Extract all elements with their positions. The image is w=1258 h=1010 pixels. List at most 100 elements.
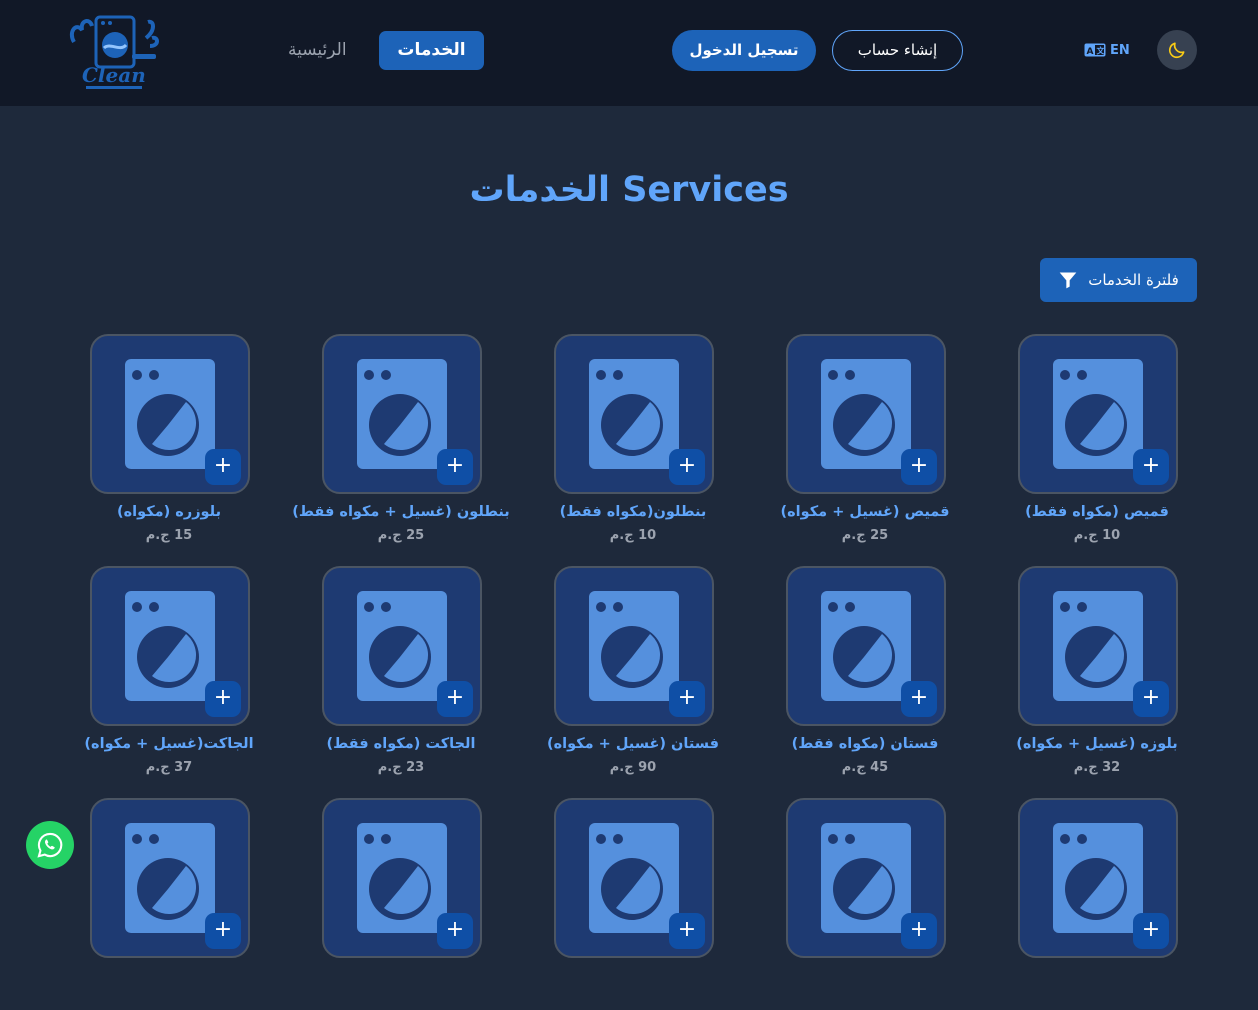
service-image[interactable]: + bbox=[786, 798, 946, 958]
plus-icon: + bbox=[445, 685, 465, 710]
nav-home-link[interactable]: الرئيسية bbox=[288, 34, 347, 66]
clean-logo[interactable]: Clean bbox=[66, 12, 162, 96]
add-to-cart-button[interactable]: + bbox=[669, 449, 705, 485]
service-card[interactable]: + الجاكت (مكواه فقط) 23 ج.م bbox=[285, 566, 517, 778]
add-to-cart-button[interactable]: + bbox=[205, 913, 241, 949]
service-card[interactable]: + فستان (مكواه فقط) 45 ج.م bbox=[749, 566, 981, 778]
add-to-cart-button[interactable]: + bbox=[669, 681, 705, 717]
language-label: EN bbox=[1110, 42, 1130, 58]
washing-machine-icon bbox=[125, 359, 215, 469]
service-name: بنطلون (غسيل + مكواه فقط) bbox=[292, 504, 510, 520]
washing-machine-icon bbox=[357, 823, 447, 933]
top-header: Clean الرئيسية الخدمات تسجيل الدخول إنشا… bbox=[0, 0, 1258, 106]
service-card[interactable]: + بلوزه (غسيل + مكواه) 32 ج.م bbox=[981, 566, 1213, 778]
service-price: 23 ج.م bbox=[377, 760, 425, 775]
washing-machine-icon bbox=[589, 591, 679, 701]
service-card[interactable]: + بلوزره (مكواه) 15 ج.م bbox=[53, 334, 285, 546]
service-card[interactable]: + قميص (غسيل + مكواه) 25 ج.م bbox=[749, 334, 981, 546]
theme-toggle-button[interactable] bbox=[1157, 30, 1197, 70]
service-card[interactable]: + bbox=[517, 798, 749, 1010]
service-image[interactable]: + bbox=[554, 334, 714, 494]
service-card[interactable]: + bbox=[53, 798, 285, 1010]
service-card[interactable]: + بنطلون (غسيل + مكواه فقط) 25 ج.م bbox=[285, 334, 517, 546]
service-card[interactable]: + قميص (مكواه فقط) 10 ج.م bbox=[981, 334, 1213, 546]
service-image[interactable]: + bbox=[1018, 566, 1178, 726]
register-button[interactable]: إنشاء حساب bbox=[832, 30, 963, 71]
add-to-cart-button[interactable]: + bbox=[205, 681, 241, 717]
washing-machine-icon bbox=[1053, 359, 1143, 469]
service-price: 32 ج.م bbox=[1073, 760, 1121, 775]
whatsapp-icon bbox=[37, 832, 63, 858]
service-name: بلوزره (مكواه) bbox=[116, 504, 222, 520]
add-to-cart-button[interactable]: + bbox=[1133, 681, 1169, 717]
filter-label: فلترة الخدمات bbox=[1088, 271, 1179, 289]
washing-machine-icon bbox=[357, 359, 447, 469]
plus-icon: + bbox=[213, 453, 233, 478]
plus-icon: + bbox=[1141, 453, 1161, 478]
nav-services-link[interactable]: الخدمات bbox=[379, 31, 484, 70]
service-card[interactable]: + bbox=[285, 798, 517, 1010]
service-price: 45 ج.م bbox=[841, 760, 889, 775]
svg-text:文: 文 bbox=[1097, 46, 1106, 56]
service-image[interactable]: + bbox=[322, 798, 482, 958]
plus-icon: + bbox=[445, 917, 465, 942]
washing-machine-icon bbox=[589, 359, 679, 469]
service-name: قميص (مكواه فقط) bbox=[1025, 504, 1169, 520]
service-price: 25 ج.م bbox=[841, 528, 889, 543]
service-name: قميص (غسيل + مكواه) bbox=[780, 504, 950, 520]
service-card[interactable]: + bbox=[981, 798, 1213, 1010]
add-to-cart-button[interactable]: + bbox=[437, 449, 473, 485]
service-card[interactable]: + bbox=[749, 798, 981, 1010]
service-image[interactable]: + bbox=[322, 334, 482, 494]
service-image[interactable]: + bbox=[90, 566, 250, 726]
service-image[interactable]: + bbox=[322, 566, 482, 726]
service-price: 15 ج.م bbox=[145, 528, 193, 543]
service-price: 25 ج.م bbox=[377, 528, 425, 543]
translate-icon: A 文 bbox=[1084, 43, 1106, 57]
service-name: فستان (مكواه فقط) bbox=[791, 736, 939, 752]
whatsapp-button[interactable] bbox=[26, 821, 74, 869]
add-to-cart-button[interactable]: + bbox=[901, 913, 937, 949]
add-to-cart-button[interactable]: + bbox=[205, 449, 241, 485]
add-to-cart-button[interactable]: + bbox=[437, 913, 473, 949]
service-card[interactable]: + بنطلون(مكواه فقط) 10 ج.م bbox=[517, 334, 749, 546]
filter-services-button[interactable]: فلترة الخدمات bbox=[1040, 258, 1197, 302]
language-switch[interactable]: A 文 EN bbox=[1084, 40, 1130, 60]
washing-machine-icon bbox=[125, 823, 215, 933]
washing-machine-icon bbox=[589, 823, 679, 933]
plus-icon: + bbox=[909, 685, 929, 710]
plus-icon: + bbox=[677, 685, 697, 710]
add-to-cart-button[interactable]: + bbox=[1133, 449, 1169, 485]
moon-icon bbox=[1168, 42, 1185, 59]
service-image[interactable]: + bbox=[554, 566, 714, 726]
add-to-cart-button[interactable]: + bbox=[901, 449, 937, 485]
service-image[interactable]: + bbox=[786, 566, 946, 726]
service-name: بلوزه (غسيل + مكواه) bbox=[1016, 736, 1178, 752]
plus-icon: + bbox=[213, 917, 233, 942]
service-image[interactable]: + bbox=[90, 798, 250, 958]
service-image[interactable]: + bbox=[786, 334, 946, 494]
service-image[interactable]: + bbox=[1018, 334, 1178, 494]
service-image[interactable]: + bbox=[554, 798, 714, 958]
services-grid: + قميص (مكواه فقط) 10 ج.م + قميص (غسيل + مكو… bbox=[45, 334, 1213, 1010]
add-to-cart-button[interactable]: + bbox=[901, 681, 937, 717]
service-card[interactable]: + فستان (غسيل + مكواه) 90 ج.م bbox=[517, 566, 749, 778]
service-name: فستان (غسيل + مكواه) bbox=[546, 736, 720, 752]
plus-icon: + bbox=[909, 453, 929, 478]
service-image[interactable]: + bbox=[90, 334, 250, 494]
service-image[interactable]: + bbox=[1018, 798, 1178, 958]
login-button[interactable]: تسجيل الدخول bbox=[672, 30, 816, 71]
washing-machine-icon bbox=[821, 359, 911, 469]
filter-icon bbox=[1059, 272, 1077, 289]
plus-icon: + bbox=[1141, 917, 1161, 942]
add-to-cart-button[interactable]: + bbox=[437, 681, 473, 717]
add-to-cart-button[interactable]: + bbox=[669, 913, 705, 949]
plus-icon: + bbox=[1141, 685, 1161, 710]
washing-machine-icon bbox=[1053, 823, 1143, 933]
service-card[interactable]: + الجاكت(غسيل + مكواه) 37 ج.م bbox=[53, 566, 285, 778]
svg-text:A: A bbox=[1087, 47, 1094, 57]
service-name: الجاكت(غسيل + مكواه) bbox=[84, 736, 254, 752]
plus-icon: + bbox=[445, 453, 465, 478]
plus-icon: + bbox=[213, 685, 233, 710]
add-to-cart-button[interactable]: + bbox=[1133, 913, 1169, 949]
